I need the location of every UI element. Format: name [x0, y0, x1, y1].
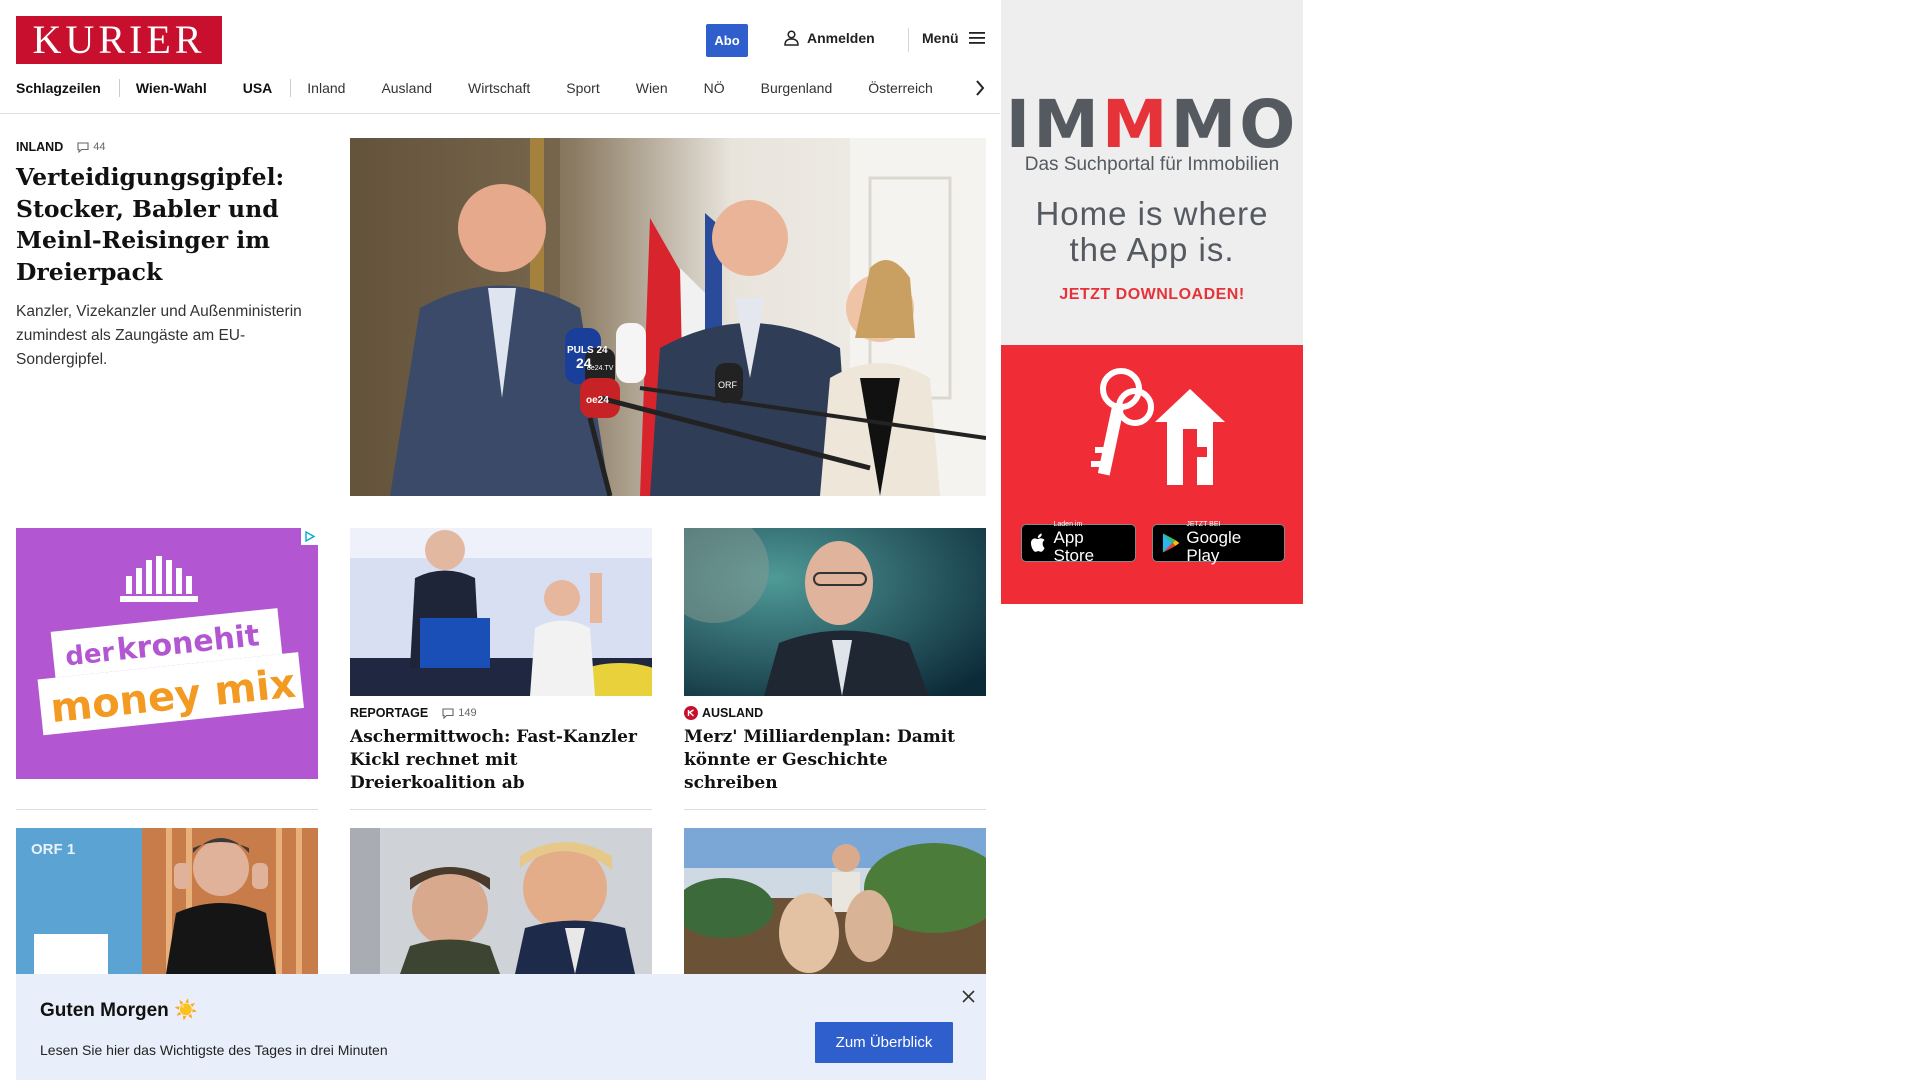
- immmo-logo-red-m: M: [1101, 86, 1171, 163]
- banner-title: Guten Morgen ☀️: [40, 1000, 198, 1021]
- nav-separator: [118, 79, 120, 97]
- login-button[interactable]: Anmelden: [784, 30, 875, 46]
- hamburger-icon: [968, 32, 985, 44]
- article-card[interactable]: AUSLAND Merz' Milliardenplan: Damit könn…: [684, 528, 986, 795]
- orf1-logo: ORF 1: [31, 841, 75, 858]
- nav-item-wirtschaft[interactable]: Wirtschaft: [468, 80, 530, 96]
- google-play-icon: [1162, 533, 1180, 553]
- mic-label-oe24: oe24: [586, 395, 609, 406]
- immmo-promo-panel: Laden im App Store JETZT BEI Google Play: [1001, 345, 1303, 604]
- card-divider: [684, 809, 986, 810]
- immmo-logo-part1: IM: [1005, 86, 1102, 163]
- close-banner-button[interactable]: [958, 986, 978, 1006]
- nav-item-wien[interactable]: Wien: [636, 80, 668, 96]
- mic-label-orf: ORF: [718, 380, 738, 390]
- overview-button[interactable]: Zum Überblick: [815, 1022, 953, 1063]
- premium-badge-icon: [684, 706, 698, 720]
- app-store-big-text: App Store: [1053, 528, 1095, 565]
- close-icon: [961, 989, 975, 1003]
- google-play-big-text: Google Play: [1186, 528, 1242, 565]
- comment-icon: [442, 707, 454, 719]
- logo-text: KURIER: [32, 17, 206, 62]
- article-image[interactable]: [684, 528, 986, 696]
- nav-separator: [290, 79, 292, 97]
- kronehit-logo: der kronehit money mix: [37, 556, 304, 736]
- nav-scroll-right-button[interactable]: [970, 76, 990, 100]
- nav-item-noe[interactable]: NÖ: [704, 80, 725, 96]
- abo-button[interactable]: Abo: [706, 24, 748, 57]
- card-divider: [350, 809, 652, 810]
- article-image[interactable]: ORF 1: [16, 828, 318, 974]
- immmo-logo-part2: MO: [1170, 86, 1299, 163]
- header-divider: [908, 28, 909, 52]
- user-icon: [784, 30, 799, 46]
- category-label[interactable]: AUSLAND: [684, 706, 763, 720]
- morning-briefing-banner: Guten Morgen ☀️ Lesen Sie hier das Wicht…: [16, 974, 986, 1080]
- immmo-ad[interactable]: IMMMO Das Suchportal für Immobilien Home…: [1001, 0, 1303, 604]
- nav-item-sport[interactable]: Sport: [566, 80, 599, 96]
- download-cta[interactable]: JETZT DOWNLOADEN!: [1001, 286, 1303, 304]
- immmo-logo: IMMMO: [1001, 92, 1303, 158]
- card-meta: REPORTAGE 149: [350, 706, 652, 720]
- immmo-tagline: Das Suchportal für Immobilien: [1024, 154, 1280, 175]
- kurier-logo[interactable]: KURIER: [16, 16, 222, 64]
- comment-count[interactable]: 44: [77, 141, 105, 153]
- card-divider: [16, 809, 318, 810]
- google-play-button[interactable]: JETZT BEI Google Play: [1152, 521, 1285, 565]
- nav-item-inland[interactable]: Inland: [307, 80, 345, 96]
- app-store-button[interactable]: Laden im App Store: [1021, 521, 1136, 565]
- nav-item-burgenland[interactable]: Burgenland: [761, 80, 833, 96]
- mic-label-oe24tv: oe24.TV: [587, 365, 614, 372]
- nav-item-wien-wahl[interactable]: Wien-Wahl: [136, 80, 207, 96]
- hero-title[interactable]: Verteidigungsgipfel: Stocker, Babler und…: [16, 162, 316, 288]
- article-card[interactable]: REPORTAGE 149 Aschermittwoch: Fast-Kanzl…: [350, 528, 652, 795]
- comment-count-value: 44: [93, 141, 106, 153]
- category-label-text: AUSLAND: [702, 706, 764, 720]
- comment-count[interactable]: 149: [442, 707, 477, 719]
- chevron-right-icon: [976, 80, 985, 96]
- nav-item-ausland[interactable]: Ausland: [381, 80, 432, 96]
- nav-item-schlagzeilen[interactable]: Schlagzeilen: [16, 80, 101, 96]
- immmo-slogan: Home is where the App is.: [1001, 196, 1303, 268]
- menu-button[interactable]: Menü: [922, 30, 985, 46]
- apple-icon: [1030, 533, 1045, 552]
- article-image[interactable]: [350, 828, 652, 974]
- article-title[interactable]: Aschermittwoch: Fast-Kanzler Kickl rechn…: [350, 726, 652, 795]
- category-label[interactable]: REPORTAGE: [350, 706, 428, 720]
- hero-subtitle: Kanzler, Vizekanzler und Außenministerin…: [16, 303, 302, 368]
- category-label[interactable]: INLAND: [16, 140, 63, 154]
- house-key-icon: [1091, 368, 1225, 485]
- login-label: Anmelden: [807, 30, 875, 46]
- banner-text: Lesen Sie hier das Wichtigste des Tages …: [40, 1042, 388, 1058]
- hero-meta: INLAND 44: [16, 140, 316, 154]
- comment-icon: [77, 141, 89, 153]
- comment-count-value: 149: [458, 707, 477, 719]
- slogan-line2: the App is.: [1069, 231, 1235, 268]
- article-title[interactable]: Merz' Milliardenplan: Damit könnte er Ge…: [684, 726, 986, 795]
- hero-image[interactable]: PULS 24 24 oe24.TV oe24 ORF: [350, 138, 986, 496]
- menu-label: Menü: [922, 30, 959, 46]
- adchoices-icon[interactable]: [301, 528, 318, 545]
- site-header: KURIER Abo Anmelden Menü Schlagzeilen Wi…: [0, 0, 1000, 114]
- kronehit-ad[interactable]: der kronehit money mix: [16, 528, 318, 779]
- article-image[interactable]: [350, 528, 652, 696]
- nav-item-oesterreich[interactable]: Österreich: [868, 80, 933, 96]
- ad-brand-der: der: [64, 637, 116, 672]
- category-nav: Schlagzeilen Wien-Wahl USA Inland Auslan…: [16, 76, 969, 100]
- article-image[interactable]: [684, 828, 986, 974]
- slogan-line1: Home is where: [1035, 195, 1269, 232]
- hero-article[interactable]: INLAND 44 Verteidigungsgipfel: Stocker, …: [16, 140, 316, 372]
- card-meta: AUSLAND: [684, 706, 986, 720]
- nav-item-usa[interactable]: USA: [243, 80, 273, 96]
